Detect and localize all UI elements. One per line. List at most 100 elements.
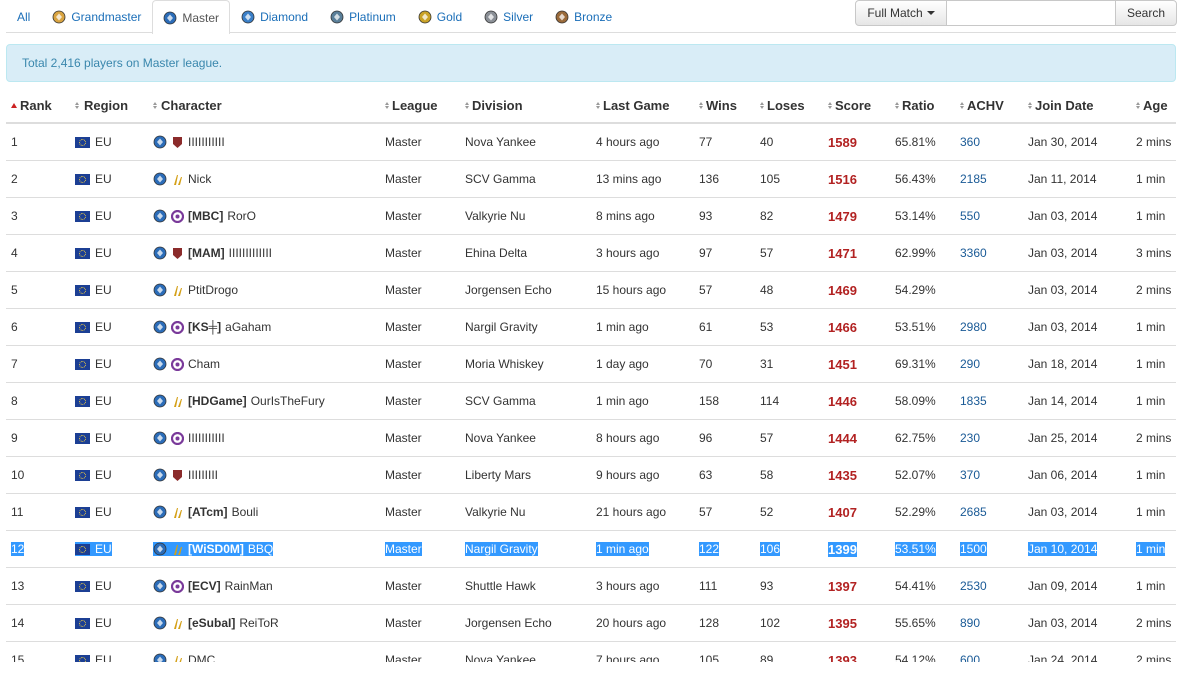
player-name-link[interactable]: BBQ (248, 542, 273, 556)
player-name-link[interactable]: PtitDrogo (188, 283, 238, 297)
search-group: Full Match Search (855, 0, 1177, 26)
league-cell: Master (385, 505, 422, 519)
table-row[interactable]: 3 EU [MBC] RorO Master Valkyrie Nu 8 mins ago 9… (6, 198, 1176, 235)
age-cell: 2 mins (1136, 616, 1172, 630)
table-row[interactable]: 8 EU [HDGame] OurIsTheFury Master SCV Gamma 1 … (6, 383, 1176, 420)
ratio-cell: 53.51% (895, 320, 936, 334)
achv-cell[interactable]: 230 (960, 431, 980, 445)
ratio-cell: 53.14% (895, 209, 936, 223)
table-row[interactable]: 11 EU [ATcm] Bouli Master Valkyrie Nu 21 hours… (6, 494, 1176, 531)
player-name-link[interactable]: Nick (188, 172, 211, 186)
player-name-link[interactable]: RainMan (225, 579, 273, 593)
join-date-cell: Jan 18, 2014 (1028, 357, 1098, 371)
column-header-label: Character (161, 97, 222, 113)
table-row[interactable]: 4 EU [MAM] IIIIIIIIIIIII Master Ehina Delta 3 … (6, 235, 1176, 272)
table-row[interactable]: 7 EU Cham Master Moria Whiskey 1 day ago 70 31 1… (6, 346, 1176, 383)
table-row[interactable]: 1 EU IIIIIIIIIII Master Nova Yankee 4 hours a… (6, 124, 1176, 161)
table-row[interactable]: 14 EU [eSubaI] ReiToR Master Jorgensen Echo 20… (6, 605, 1176, 642)
column-header-ratio[interactable]: Ratio (895, 98, 935, 113)
master-league-icon (153, 394, 167, 408)
achv-cell[interactable]: 3360 (960, 246, 987, 260)
tab-grandmaster[interactable]: Grandmaster (41, 0, 152, 33)
column-header-last-game[interactable]: Last Game (596, 98, 669, 113)
table-body: 1 EU IIIIIIIIIII Master Nova Yankee 4 hours a… (6, 124, 1176, 679)
column-header-label: Division (472, 97, 523, 113)
achv-cell[interactable]: 1500 (960, 542, 987, 556)
player-name-link[interactable]: IIIIIIIII (188, 468, 218, 482)
protoss-race-icon (171, 284, 184, 297)
table-row[interactable]: 12 EU [WiSD0M] BBQ Master Nargil Gravity 1 min… (6, 531, 1176, 568)
match-mode-dropdown[interactable]: Full Match (855, 0, 947, 26)
top-bar: All Grandmaster Master Diamond Platinum Gold S… (0, 0, 1182, 34)
achv-cell[interactable]: 2685 (960, 505, 987, 519)
table-row[interactable]: 5 EU PtitDrogo Master Jorgensen Echo 15 hours… (6, 272, 1176, 309)
column-header-loses[interactable]: Loses (760, 98, 805, 113)
table-row[interactable]: 13 EU [ECV] RainMan Master Shuttle Hawk 3 hour… (6, 568, 1176, 605)
tab-gold[interactable]: Gold (407, 0, 473, 33)
table-row[interactable]: 2 EU Nick Master SCV Gamma 13 mins ago 136 105 1… (6, 161, 1176, 198)
tab-master[interactable]: Master (152, 0, 231, 34)
caret-down-icon (926, 11, 935, 15)
region-cell: EU (75, 283, 112, 297)
master-league-icon (163, 11, 177, 25)
score-cell: 1444 (828, 430, 857, 446)
column-header-score[interactable]: Score (828, 98, 871, 113)
table-row[interactable]: 6 EU [KS╪] aGaham Master Nargil Gravity 1 min … (6, 309, 1176, 346)
player-name-link[interactable]: RorO (227, 209, 256, 223)
age-cell: 1 min (1136, 394, 1166, 408)
column-header-character[interactable]: Character (153, 98, 222, 113)
column-header-join-date[interactable]: Join Date (1028, 98, 1094, 113)
tab-platinum[interactable]: Platinum (319, 0, 407, 33)
league-cell: Master (385, 468, 422, 482)
achv-cell[interactable]: 370 (960, 468, 980, 482)
player-name-link[interactable]: ReiToR (239, 616, 278, 630)
achv-cell[interactable]: 2530 (960, 579, 987, 593)
clan-tag: [WiSD0M] (188, 542, 244, 556)
achv-cell[interactable]: 290 (960, 357, 980, 371)
tab-diamond[interactable]: Diamond (230, 0, 319, 33)
achv-cell[interactable]: 2980 (960, 320, 987, 334)
league-cell: Master (385, 135, 422, 149)
column-header-age[interactable]: Age (1136, 98, 1168, 113)
clan-tag: [MAM] (188, 246, 225, 260)
achv-cell[interactable]: 890 (960, 616, 980, 630)
loses-cell: 40 (760, 135, 774, 149)
player-name-link[interactable]: Bouli (232, 505, 259, 519)
column-header-achv[interactable]: ACHV (960, 98, 1004, 113)
achv-cell[interactable]: 2185 (960, 172, 987, 186)
table-row[interactable]: 10 EU IIIIIIIII Master Liberty Mars 9 hours a… (6, 457, 1176, 494)
column-header-region[interactable]: Region (75, 98, 128, 113)
age-cell: 1 min (1136, 542, 1166, 556)
achv-cell[interactable]: 1835 (960, 394, 987, 408)
tab-silver[interactable]: Silver (473, 0, 544, 33)
tab-all[interactable]: All (6, 0, 41, 33)
ratio-cell: 62.99% (895, 246, 936, 260)
wins-cell: 96 (699, 431, 713, 445)
search-input[interactable] (947, 0, 1115, 26)
column-header-rank[interactable]: Rank (11, 98, 52, 113)
table-row[interactable]: 9 EU IIIIIIIIIII Master Nova Yankee 8 hours a… (6, 420, 1176, 457)
tab-label: Grandmaster (71, 10, 142, 24)
column-header-wins[interactable]: Wins (699, 98, 737, 113)
score-cell: 1395 (828, 615, 857, 631)
rank-cell: 4 (11, 246, 18, 260)
achv-cell[interactable]: 550 (960, 209, 980, 223)
tab-label: Platinum (349, 10, 396, 24)
player-name-link[interactable]: IIIIIIIIIIIII (229, 246, 272, 260)
join-date-cell: Jan 09, 2014 (1028, 579, 1098, 593)
search-button[interactable]: Search (1115, 0, 1177, 26)
player-name-link[interactable]: IIIIIIIIIII (188, 431, 225, 445)
division-cell: Jorgensen Echo (465, 616, 552, 630)
player-name-link[interactable]: IIIIIIIIIII (188, 135, 225, 149)
clan-tag: [KS╪] (188, 320, 222, 334)
achv-cell[interactable]: 360 (960, 135, 980, 149)
tab-bronze[interactable]: Bronze (544, 0, 623, 33)
sort-icon (960, 101, 964, 109)
player-name-link[interactable]: Cham (188, 357, 220, 371)
tab-label: Diamond (260, 10, 309, 24)
join-date-cell: Jan 30, 2014 (1028, 135, 1098, 149)
player-name-link[interactable]: aGaham (225, 320, 271, 334)
column-header-league[interactable]: League (385, 98, 438, 113)
player-name-link[interactable]: OurIsTheFury (251, 394, 325, 408)
column-header-division[interactable]: Division (465, 98, 523, 113)
